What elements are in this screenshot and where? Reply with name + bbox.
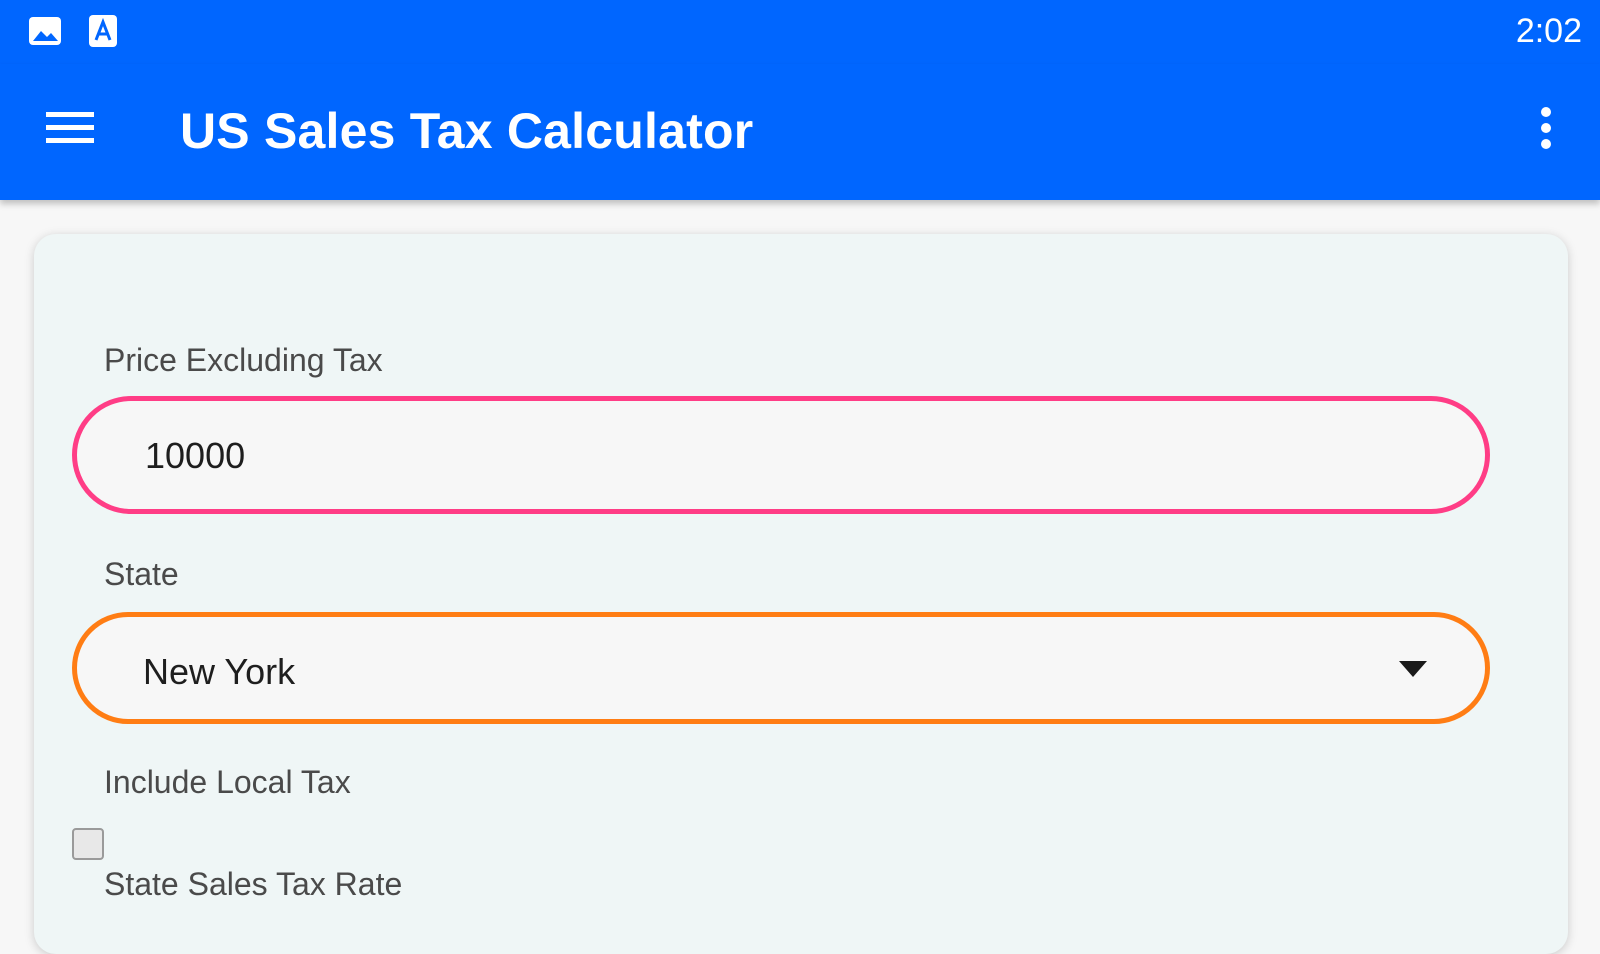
price-field[interactable] [72, 396, 1490, 514]
state-rate-label: State Sales Tax Rate [104, 866, 403, 902]
state-dropdown[interactable]: New York [72, 612, 1490, 724]
app-bar: US Sales Tax Calculator [0, 64, 1600, 200]
status-bar: 2:02 [0, 0, 1600, 64]
hamburger-menu-icon [46, 110, 94, 151]
text-a-icon [88, 14, 122, 48]
local-tax-checkbox[interactable] [72, 828, 104, 860]
calculator-card: Price Excluding Tax State New York Inclu… [34, 234, 1568, 954]
overflow-menu-button[interactable] [1514, 94, 1578, 166]
page-title: US Sales Tax Calculator [180, 103, 754, 159]
menu-button[interactable] [34, 94, 106, 166]
more-vertical-icon [1539, 106, 1553, 155]
local-tax-label: Include Local Tax [104, 764, 351, 800]
status-time: 2:02 [1515, 12, 1582, 50]
image-icon [28, 14, 62, 48]
state-label: State [104, 556, 179, 592]
price-input[interactable] [143, 401, 1397, 511]
dropdown-arrow-icon [1399, 661, 1427, 677]
state-selected-value: New York [143, 651, 296, 692]
price-label: Price Excluding Tax [104, 342, 383, 378]
